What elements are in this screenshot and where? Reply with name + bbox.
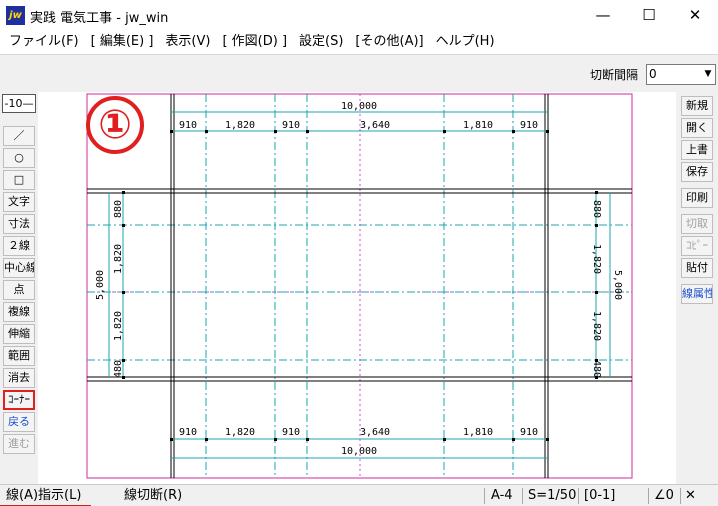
right-toolbar: 新規 開く 上書 保存 印刷 切取 ｺﾋﾟｰ 貼付 線属性 bbox=[676, 92, 718, 484]
cut-button[interactable]: 切取 bbox=[681, 214, 713, 234]
dim-left-3: 1,820 bbox=[113, 311, 124, 341]
menu-draw[interactable]: [ 作図(D) ] bbox=[216, 31, 293, 53]
new-button[interactable]: 新規 bbox=[681, 96, 713, 116]
dim-top-6: 910 bbox=[520, 120, 538, 131]
dim-top-3: 910 bbox=[282, 120, 300, 131]
paste-button[interactable]: 貼付 bbox=[681, 258, 713, 278]
title-bar: jw 実践 電気工事 - jw_win — ☐ ✕ bbox=[0, 0, 718, 31]
tool-center-line[interactable]: 中心線 bbox=[3, 258, 35, 278]
maximize-button[interactable]: ☐ bbox=[626, 0, 672, 31]
scale-display[interactable]: S=1/50 bbox=[528, 487, 576, 505]
dim-top-overall: 10,000 bbox=[341, 101, 377, 112]
chevron-down-icon[interactable]: ▼ bbox=[701, 65, 715, 84]
line-attribute-button[interactable]: 線属性 bbox=[681, 284, 713, 304]
dim-right-overall: 5,000 bbox=[612, 270, 623, 300]
dim-right-1: 880 bbox=[591, 200, 602, 218]
tool-rectangle[interactable]: □ bbox=[3, 170, 35, 190]
dim-right-3: 1,820 bbox=[591, 311, 602, 341]
dim-bottom-4: 3,640 bbox=[360, 427, 390, 438]
menu-help[interactable]: ヘルプ(H) bbox=[430, 31, 501, 53]
dim-top-1: 910 bbox=[179, 120, 197, 131]
close-status-icon[interactable]: ✕ bbox=[685, 487, 696, 505]
paper-size[interactable]: A-4 bbox=[491, 487, 513, 505]
redo-button[interactable]: 進む bbox=[3, 434, 35, 454]
control-bar: 切断間隔 0 ▼ bbox=[0, 54, 718, 92]
menu-settings[interactable]: 設定(S) bbox=[293, 31, 349, 53]
dim-bottom-1: 910 bbox=[179, 427, 197, 438]
overwrite-button[interactable]: 上書 bbox=[681, 140, 713, 160]
dim-bottom-6: 910 bbox=[520, 427, 538, 438]
tool-line[interactable]: ／ bbox=[3, 126, 35, 146]
left-click-instruction: 線(A)指示(L) bbox=[6, 488, 82, 503]
menu-edit[interactable]: [ 編集(E) ] bbox=[85, 31, 160, 53]
minimize-button[interactable]: — bbox=[580, 0, 626, 31]
layer-selector[interactable]: -10— bbox=[2, 94, 36, 113]
dim-bottom-2: 1,820 bbox=[225, 427, 255, 438]
cut-interval-label: 切断間隔 bbox=[590, 68, 639, 82]
dim-right-2: 1,820 bbox=[591, 244, 602, 274]
close-button[interactable]: ✕ bbox=[672, 0, 718, 31]
status-bar: 線(A)指示(L) 線切断(R) A-4 S=1/50 [0-1] ∠0 ✕ bbox=[0, 484, 718, 506]
cut-interval-combo[interactable]: 0 ▼ bbox=[646, 64, 716, 85]
menu-other[interactable]: [その他(A)] bbox=[349, 31, 429, 53]
drawing-canvas[interactable]: 10,000 910 1,820 910 3,640 1,810 910 910… bbox=[39, 92, 675, 484]
tool-circle[interactable]: ○ bbox=[3, 148, 35, 168]
dim-left-4: 480 bbox=[113, 360, 124, 378]
step-number-badge: ① bbox=[86, 96, 144, 154]
dim-left-2: 1,820 bbox=[113, 244, 124, 274]
print-button[interactable]: 印刷 bbox=[681, 188, 713, 208]
dim-bottom-overall: 10,000 bbox=[341, 446, 377, 457]
tool-point[interactable]: 点 bbox=[3, 280, 35, 300]
tool-range[interactable]: 範囲 bbox=[3, 346, 35, 366]
tool-double-line[interactable]: ２線 bbox=[3, 236, 35, 256]
menu-file[interactable]: ファイル(F) bbox=[3, 31, 85, 53]
left-toolbar: -10— ／ ○ □ 文字 寸法 ２線 中心線 点 複線 伸縮 範囲 消去 ｺｰ… bbox=[0, 92, 38, 484]
app-icon: jw bbox=[6, 6, 25, 25]
tool-text[interactable]: 文字 bbox=[3, 192, 35, 212]
dim-left-1: 880 bbox=[113, 200, 124, 218]
angle-display[interactable]: ∠0 bbox=[654, 487, 674, 505]
tool-dimension[interactable]: 寸法 bbox=[3, 214, 35, 234]
dim-bottom-5: 1,810 bbox=[463, 427, 493, 438]
save-button[interactable]: 保存 bbox=[681, 162, 713, 182]
window-title: 実践 電気工事 - jw_win bbox=[30, 11, 169, 26]
dim-left-overall: 5,000 bbox=[95, 270, 106, 300]
dim-bottom-3: 910 bbox=[282, 427, 300, 438]
menu-bar: ファイル(F) [ 編集(E) ] 表示(V) [ 作図(D) ] 設定(S) … bbox=[0, 31, 718, 53]
tool-erase[interactable]: 消去 bbox=[3, 368, 35, 388]
dim-right-4: 480 bbox=[591, 360, 602, 378]
dim-top-4: 3,640 bbox=[360, 120, 390, 131]
tool-corner[interactable]: ｺｰﾅｰ bbox=[3, 390, 35, 410]
layer-state[interactable]: [0-1] bbox=[584, 487, 615, 505]
open-button[interactable]: 開く bbox=[681, 118, 713, 138]
cut-interval-value: 0 bbox=[649, 67, 657, 81]
copy-button[interactable]: ｺﾋﾟｰ bbox=[681, 236, 713, 256]
tool-offset[interactable]: 複線 bbox=[3, 302, 35, 322]
tool-extend[interactable]: 伸縮 bbox=[3, 324, 35, 344]
dim-top-5: 1,810 bbox=[463, 120, 493, 131]
drawing-svg: 10,000 910 1,820 910 3,640 1,810 910 910… bbox=[86, 93, 633, 479]
menu-view[interactable]: 表示(V) bbox=[159, 31, 216, 53]
dim-top-2: 1,820 bbox=[225, 120, 255, 131]
right-click-instruction: 線切断(R) bbox=[124, 488, 183, 503]
undo-button[interactable]: 戻る bbox=[3, 412, 35, 432]
